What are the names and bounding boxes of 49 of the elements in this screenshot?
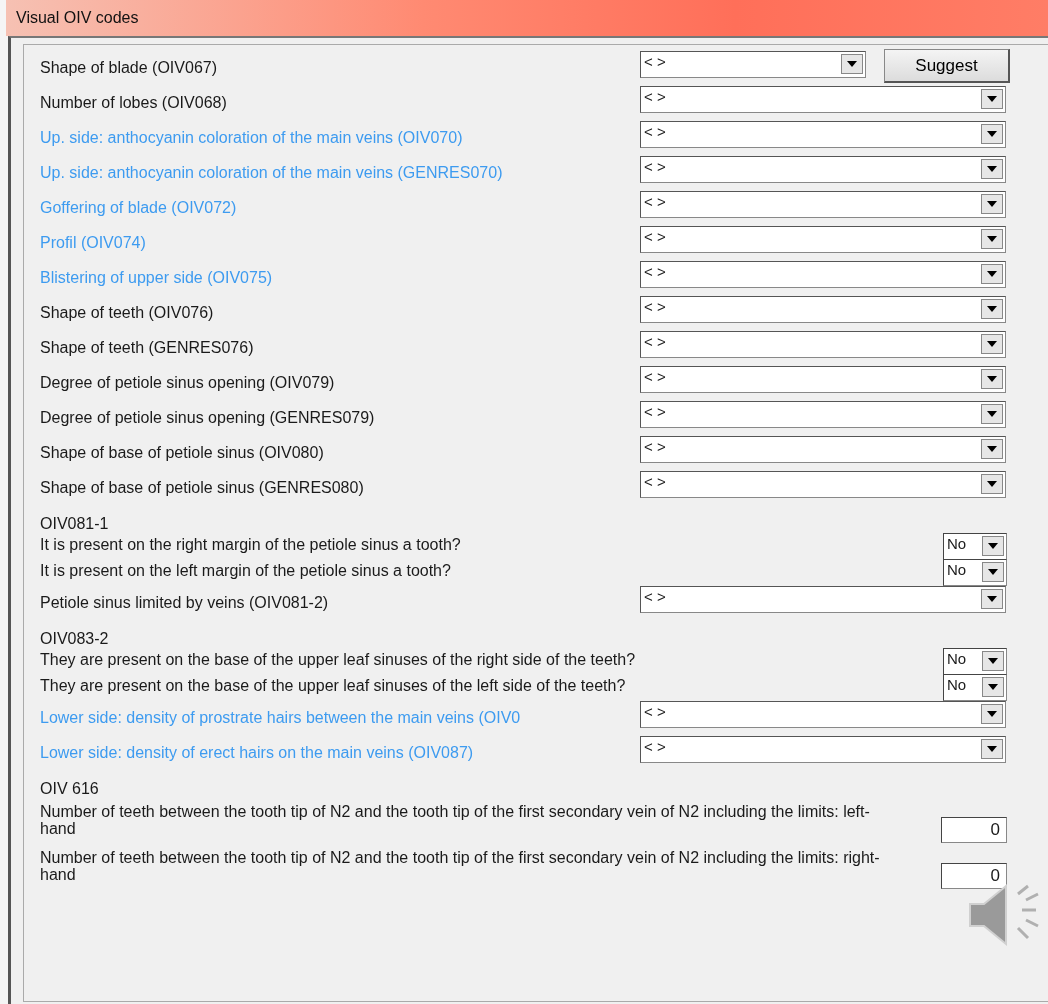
dropdown[interactable]: < > [640, 366, 1006, 393]
yes-no-dropdown[interactable]: No [943, 559, 1007, 586]
field-label: Petiole sinus limited by veins (OIV081-2) [40, 593, 330, 611]
field-label: Shape of teeth (GENRES076) [40, 338, 255, 356]
dropdown[interactable]: < > [640, 156, 1006, 183]
dropdown[interactable]: < > [640, 436, 1006, 463]
field-label: Shape of base of petiole sinus (OIV080) [40, 443, 325, 461]
dropdown[interactable]: < > [640, 261, 1006, 288]
question-text: They are present on the base of the upper leaf sinuses of the left side of the teeth? [40, 677, 626, 696]
yes-no-dropdown[interactable]: No [943, 674, 1007, 701]
dropdown[interactable]: < > [640, 701, 1006, 728]
yes-no-dropdown[interactable]: No [943, 533, 1007, 560]
dropdown[interactable]: < > [640, 121, 1006, 148]
field-label: Blistering of upper side (OIV075) [40, 268, 274, 286]
question-text: It is present on the right margin of the petiole sinus a tooth? [40, 536, 461, 555]
question-text: They are present on the base of the upper leaf sinuses of the right side of the teeth? [40, 651, 636, 670]
dropdown[interactable]: < > [640, 51, 866, 78]
field-label: Number of lobes (OIV068) [40, 93, 228, 111]
field-label: Degree of petiole sinus opening (GENRES079) [40, 408, 376, 426]
group-heading: OIV081-1 [40, 514, 110, 534]
field-label: Shape of teeth (OIV076) [40, 303, 215, 321]
dropdown[interactable]: < > [640, 471, 1006, 498]
field-label: Degree of petiole sinus opening (OIV079) [40, 373, 336, 391]
field-label: Goffering of blade (OIV072) [40, 198, 238, 216]
question-text: Number of teeth between the tooth tip of N2 and the tooth tip of the first secondary vein of N2 including the limits: right-hand [40, 849, 880, 885]
window-title: Visual OIV codes [16, 9, 139, 27]
question-text: It is present on the left margin of the petiole sinus a tooth? [40, 562, 451, 581]
number-field[interactable]: 0 [941, 817, 1007, 843]
dropdown[interactable]: < > [640, 586, 1006, 613]
field-label: Shape of base of petiole sinus (GENRES080) [40, 478, 365, 496]
yes-no-dropdown[interactable]: No [943, 648, 1007, 675]
dropdown[interactable]: < > [640, 296, 1006, 323]
dropdown[interactable]: < > [640, 401, 1006, 428]
field-label: Up. side: anthocyanin coloration of the main veins (GENRES070) [40, 163, 504, 181]
field-label: Lower side: density of prostrate hairs between the main veins (OIV0 [40, 708, 522, 726]
number-field[interactable]: 0 [941, 863, 1007, 889]
field-label: Shape of blade (OIV067) [40, 58, 218, 76]
field-label: Lower side: density of erect hairs on the main veins (OIV087) [40, 743, 475, 761]
group-heading: OIV 616 [40, 779, 100, 799]
group-heading: OIV083-2 [40, 629, 110, 649]
question-text: Number of teeth between the tooth tip of N2 and the tooth tip of the first secondary vein of N2 including the limits: left-hand [40, 803, 871, 839]
dropdown[interactable]: < > [640, 191, 1006, 218]
field-label: Up. side: anthocyanin coloration of the main veins (OIV070) [40, 128, 464, 146]
field-label: Profil (OIV074) [40, 233, 147, 251]
suggest-button[interactable]: Suggest [884, 49, 1010, 83]
dropdown[interactable]: < > [640, 736, 1006, 763]
dropdown[interactable]: < > [640, 86, 1006, 113]
dropdown[interactable]: < > [640, 331, 1006, 358]
dropdown[interactable]: < > [640, 226, 1006, 253]
